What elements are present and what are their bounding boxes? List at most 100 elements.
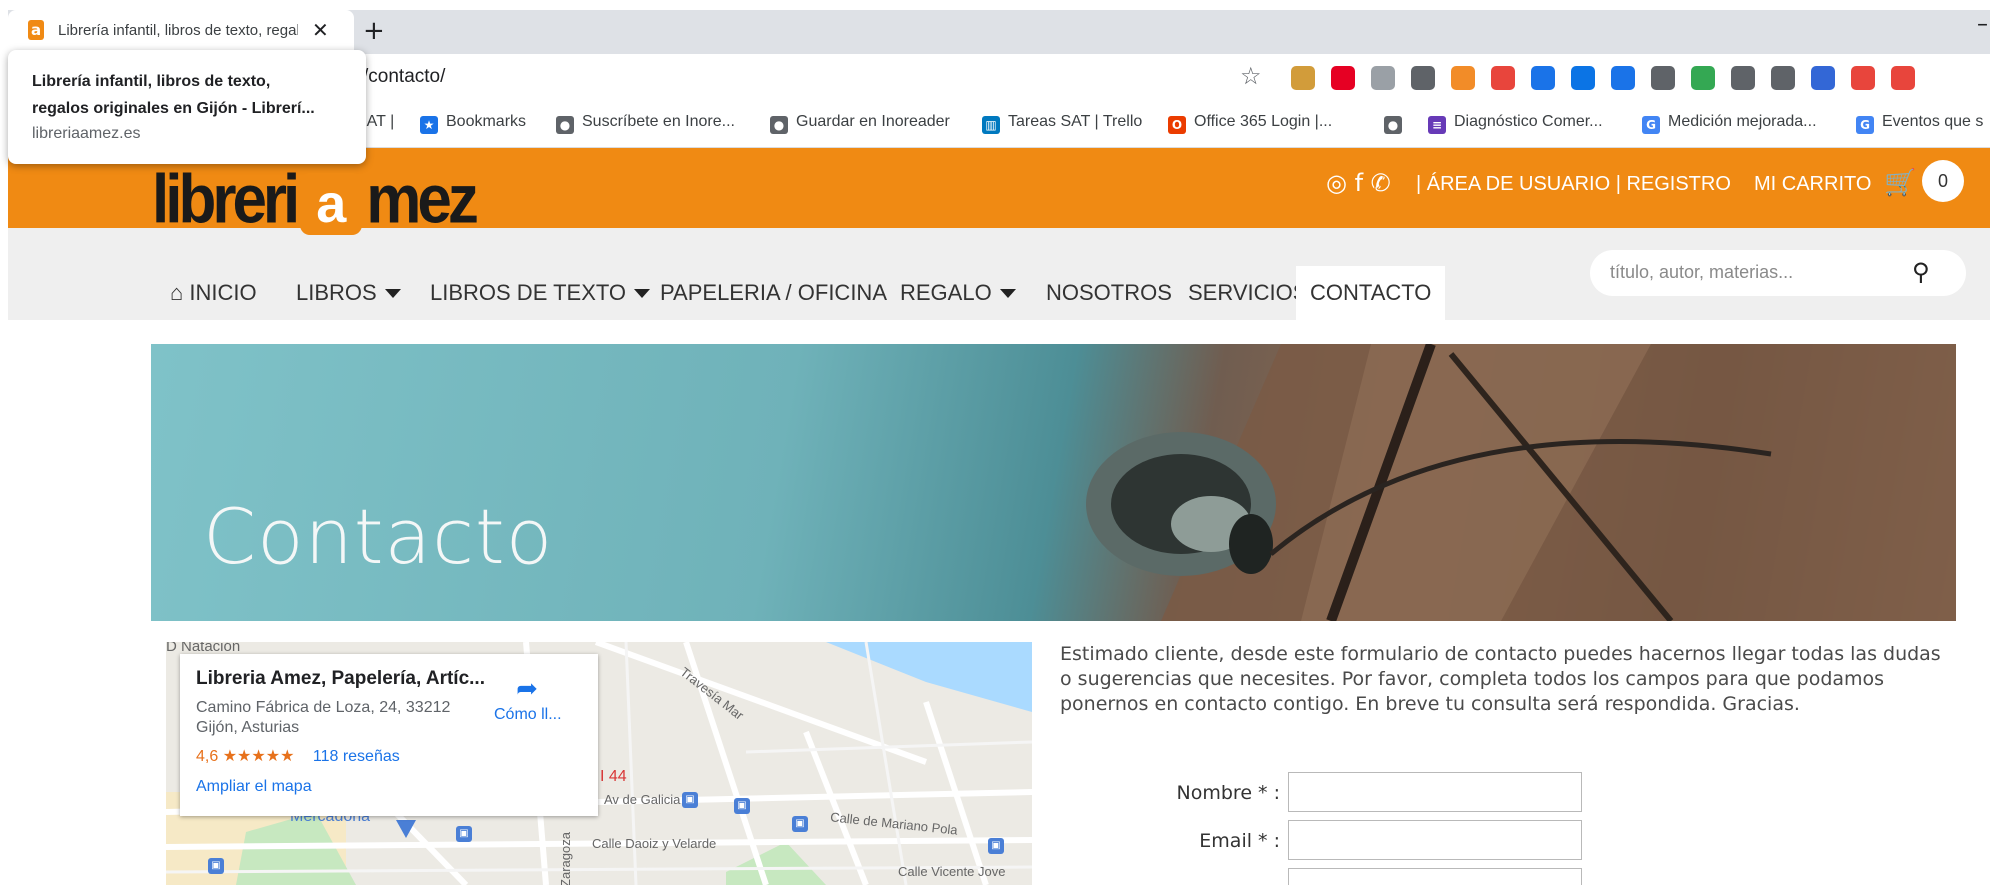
rating-stars-icon: ★★★★★ xyxy=(222,748,295,765)
bookmark-label: Office 365 Login |... xyxy=(1194,113,1333,130)
caret-down-icon xyxy=(999,289,1016,298)
active-tab[interactable]: a Librería infantil, libros de texto, re… xyxy=(8,10,354,54)
bookmark-label: Suscríbete en Inore... xyxy=(582,113,735,130)
new-tab-button[interactable]: + xyxy=(363,16,385,46)
caret-down-icon xyxy=(634,289,651,298)
bookmark-item[interactable]: ● Guardar en Inoreader xyxy=(770,113,950,134)
cart-icon[interactable]: 🛒 xyxy=(1884,168,1916,198)
favicon-icon: a xyxy=(28,20,44,40)
extension-icon[interactable] xyxy=(1571,66,1595,90)
extension-icon[interactable] xyxy=(1531,66,1555,90)
trello-icon: ▥ xyxy=(982,116,1000,134)
search-input[interactable] xyxy=(1610,262,1910,283)
extension-icon[interactable] xyxy=(1691,66,1715,90)
bookmark-item[interactable]: G Eventos que s xyxy=(1856,113,1983,134)
star-icon: ★ xyxy=(420,116,438,134)
tooltip-title: regalos originales en Gijón - Librerí... xyxy=(32,100,315,117)
bus-stop-icon: ▣ xyxy=(682,792,698,808)
name-field[interactable] xyxy=(1288,772,1582,812)
place-card: Libreria Amez, Papelería, Artíc... Camin… xyxy=(180,654,598,816)
cart-count-badge: 0 xyxy=(1922,160,1964,202)
directions-icon[interactable]: ➦ xyxy=(512,674,542,704)
site-logo[interactable]: libreri a mez xyxy=(152,162,479,248)
google-icon: G xyxy=(1642,116,1660,134)
extension-icon[interactable] xyxy=(1411,66,1435,90)
directions-link[interactable]: Cómo ll... xyxy=(494,706,562,724)
bookmark-item[interactable]: G Medición mejorada... xyxy=(1642,113,1817,134)
nav-label: PAPELERIA / OFICINA xyxy=(660,280,887,305)
bookmark-label: Diagnóstico Comer... xyxy=(1454,113,1603,130)
next-field[interactable] xyxy=(1288,868,1582,885)
name-label: Nombre * : xyxy=(1176,782,1280,804)
extension-icon[interactable] xyxy=(1611,66,1635,90)
nav-label: LIBROS DE TEXTO xyxy=(430,280,627,305)
social-icons[interactable]: ◎ f ✆ xyxy=(1326,169,1391,197)
bus-stop-icon: ▣ xyxy=(792,816,808,832)
globe-icon: ● xyxy=(1384,116,1402,134)
bookmark-item[interactable]: O Office 365 Login |... xyxy=(1168,113,1332,134)
nav-contacto[interactable]: CONTACTO xyxy=(1296,266,1446,320)
email-label: Email * : xyxy=(1199,830,1280,852)
bookmark-item[interactable]: ≡ Diagnóstico Comer... xyxy=(1428,113,1603,134)
extension-icon[interactable] xyxy=(1651,66,1675,90)
street-label: Zaragoza xyxy=(557,832,573,885)
logo-a-mark: a xyxy=(300,173,363,235)
minimize-button[interactable]: – xyxy=(1977,12,1988,37)
extension-icon[interactable] xyxy=(1291,66,1315,90)
tooltip-title: Librería infantil, libros de texto, xyxy=(32,73,271,90)
nav-libros-de-texto[interactable]: LIBROS DE TEXTO xyxy=(430,280,651,306)
extension-icon[interactable] xyxy=(1491,66,1515,90)
nav-libros[interactable]: LIBROS xyxy=(296,280,401,306)
extension-icon[interactable] xyxy=(1811,66,1835,90)
nav-regalo[interactable]: REGALO xyxy=(900,280,1016,306)
extension-icon[interactable] xyxy=(1891,66,1915,90)
bookmark-item[interactable]: ▥ Tareas SAT | Trello xyxy=(982,113,1142,134)
user-area-links[interactable]: | ÁREA DE USUARIO | REGISTRO xyxy=(1416,173,1731,196)
poi-label: I 44 xyxy=(600,768,627,785)
url-text[interactable]: /contacto/ xyxy=(363,66,445,88)
street-label: Av de Galicia xyxy=(604,792,681,807)
google-map[interactable]: Travesía Mar Av de Galicia Calle Daoiz y… xyxy=(166,642,1032,885)
bus-stop-icon: ▣ xyxy=(734,798,750,814)
bookmark-item[interactable]: ● Suscríbete en Inore... xyxy=(556,113,735,134)
enlarge-map-link[interactable]: Ampliar el mapa xyxy=(196,778,582,796)
nav-label: CONTACTO xyxy=(1310,280,1432,305)
extension-icon[interactable] xyxy=(1451,66,1475,90)
hero-banner: Contacto xyxy=(151,344,1956,621)
rating-value: 4,6 xyxy=(196,748,219,765)
email-field[interactable] xyxy=(1288,820,1582,860)
nav-papeleria-oficina[interactable]: PAPELERIA / OFICINA xyxy=(660,280,887,306)
nav-servicios[interactable]: SERVICIOS xyxy=(1188,280,1307,306)
place-rating: 4,6 ★★★★★ 118 reseñas xyxy=(196,746,582,766)
search-icon[interactable]: ⚲ xyxy=(1912,258,1930,286)
bookmark-star-icon[interactable]: ☆ xyxy=(1240,62,1262,90)
extension-icon[interactable] xyxy=(1331,66,1355,90)
search-box: ⚲ xyxy=(1590,250,1966,296)
reviews-link[interactable]: 118 reseñas xyxy=(313,748,400,765)
bookmark-item[interactable]: ● xyxy=(1384,113,1410,134)
caret-down-icon xyxy=(384,289,401,298)
bus-stop-icon: ▣ xyxy=(988,838,1004,854)
home-icon: ⌂ xyxy=(170,280,190,305)
hero-title: Contacto xyxy=(203,492,554,581)
bookmark-item[interactable]: ★ Bookmarks xyxy=(420,113,526,134)
logo-text-end: mez xyxy=(366,162,479,238)
cart-link[interactable]: MI CARRITO xyxy=(1754,173,1871,196)
nav-nosotros[interactable]: NOSOTROS xyxy=(1046,280,1172,306)
nav-inicio[interactable]: ⌂ INICIO xyxy=(170,280,257,306)
bookmark-label: Medición mejorada... xyxy=(1668,113,1817,130)
bookmark-label: Eventos que s xyxy=(1882,113,1984,130)
extension-icon[interactable] xyxy=(1851,66,1875,90)
nav-label: LIBROS xyxy=(296,280,377,305)
street-label: Calle Vicente Jove xyxy=(898,864,1006,879)
bookmark-label: Bookmarks xyxy=(446,113,527,130)
office-icon: O xyxy=(1168,116,1186,134)
close-tab-icon[interactable]: ✕ xyxy=(312,18,329,42)
bookmark-label: Tareas SAT | Trello xyxy=(1008,113,1143,130)
globe-icon: ● xyxy=(556,116,574,134)
extension-icon[interactable] xyxy=(1371,66,1395,90)
nav-label: NOSOTROS xyxy=(1046,280,1172,305)
extension-icon[interactable] xyxy=(1731,66,1755,90)
extension-icon[interactable] xyxy=(1771,66,1795,90)
address-line: Gijón, Asturias xyxy=(196,719,300,736)
